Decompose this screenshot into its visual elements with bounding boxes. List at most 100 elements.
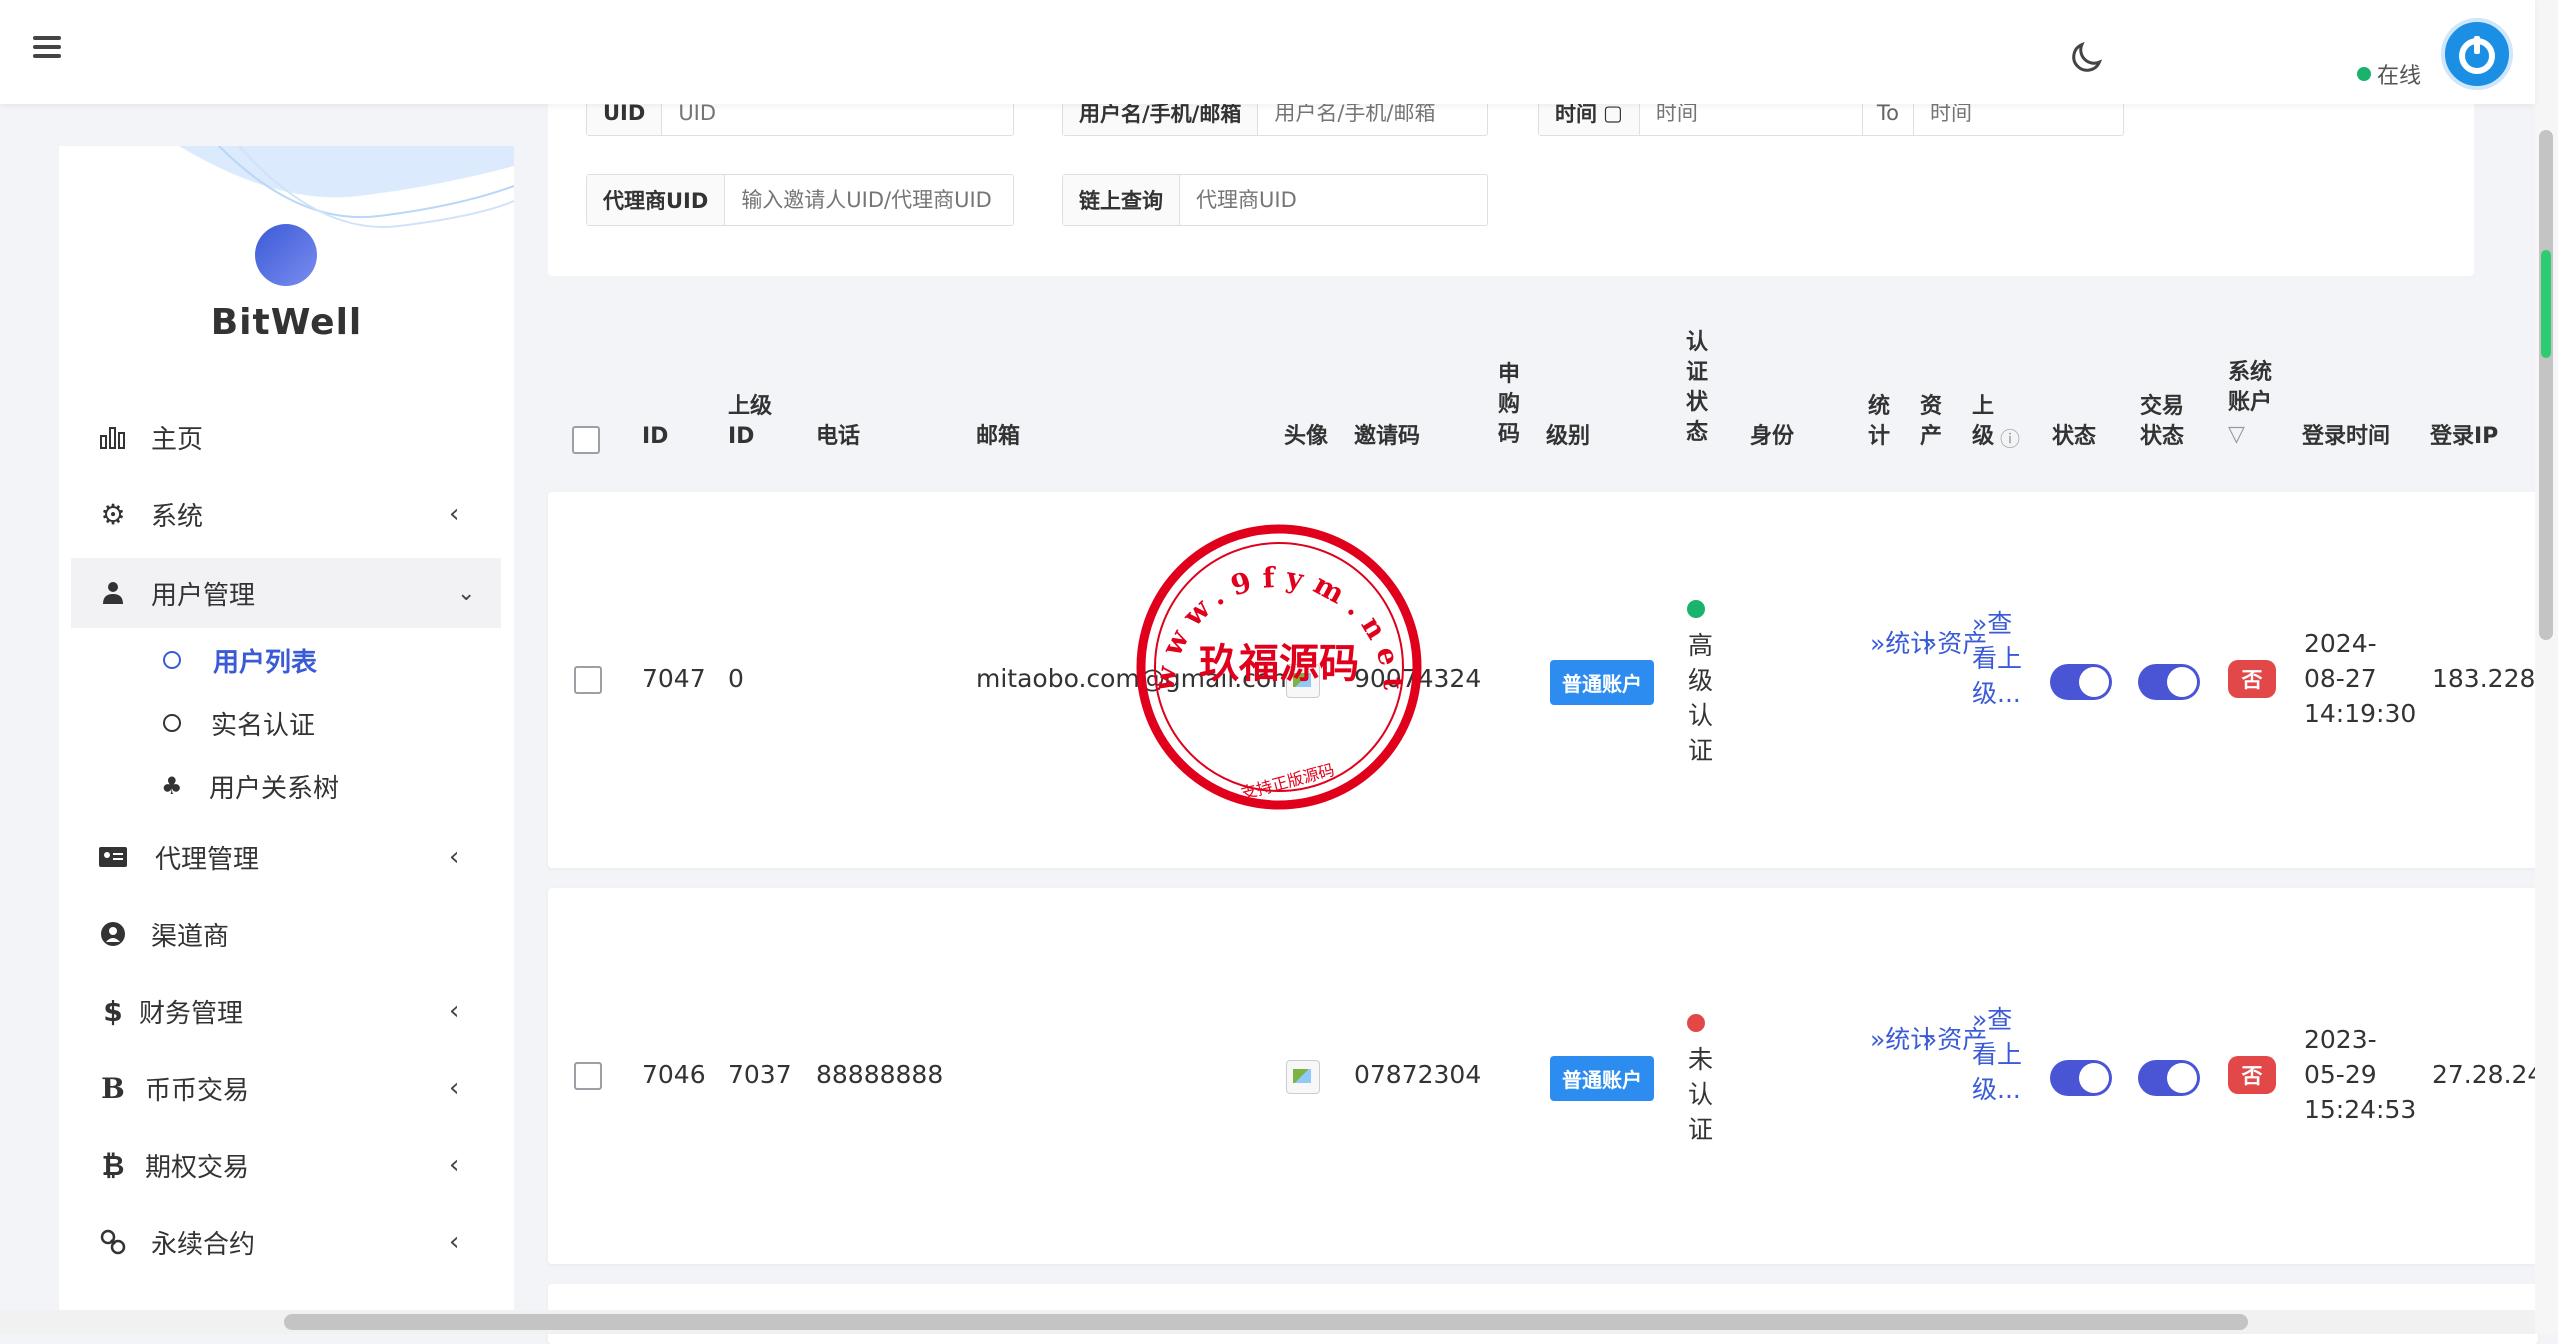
sidebar-item-home[interactable]: 主页: [59, 402, 514, 472]
sidebar-item-label: 代理管理: [155, 844, 260, 875]
top-bar: 在线: [0, 0, 2535, 104]
view-parent-link[interactable]: »查看上级...: [1972, 1002, 2026, 1107]
chevron-left-icon: ‹: [449, 1073, 460, 1103]
chevron-left-icon: ‹: [449, 996, 460, 1026]
sidebar-item-options-trading[interactable]: ₿ 期权交易 ‹: [59, 1130, 514, 1200]
link-icon: [97, 1226, 129, 1258]
user-circle-icon: [97, 918, 129, 950]
vertical-scrollbar[interactable]: [2535, 0, 2558, 1334]
trade-status-toggle[interactable]: [2138, 1060, 2200, 1096]
user-table: ID 上级ID 电话 邮箱 头像 邀请码 申购码 级别 认证状态 身份 统计 资…: [548, 300, 2538, 1344]
watermark-name: 玖福源码: [1199, 640, 1359, 687]
level-badge: 普通账户: [1550, 1056, 1654, 1101]
sidebar-item-finance[interactable]: $ 财务管理 ‹: [59, 976, 514, 1046]
th-level: 级别: [1546, 424, 1591, 449]
sidebar-subitem-user-tree[interactable]: ♣ 用户关系树: [59, 756, 514, 816]
agent-filter-label: 代理商UID: [587, 175, 726, 225]
bar-chart-icon: [97, 421, 129, 453]
row-checkbox[interactable]: [574, 1062, 602, 1090]
question-icon[interactable]: ⓘ: [2000, 424, 2020, 454]
sidebar-subitem-real-name-auth[interactable]: 实名认证: [59, 693, 514, 753]
cell-parent-id: 7037: [728, 1060, 792, 1089]
th-login-ip: 登录IP: [2430, 424, 2499, 449]
sidebar: BitWell 主页 ⚙ 系统 ‹ 用户管理 ⌄ 用户列表 实名认证 ♣ 用户关…: [59, 146, 514, 1334]
sidebar-subitem-label: 实名认证: [211, 710, 316, 741]
bitcoin-icon: ₿: [101, 1148, 125, 1182]
th-purchase-code: 申购码: [1498, 362, 1521, 447]
sidebar-item-label: 期权交易: [145, 1152, 250, 1183]
dollar-icon: $: [103, 994, 123, 1028]
th-parent: 上级: [1972, 394, 1995, 449]
sidebar-item-agent-management[interactable]: 代理管理 ‹: [59, 822, 514, 892]
chevron-left-icon: ‹: [449, 842, 460, 872]
cell-login-ip: 27.28.24: [2432, 1060, 2538, 1089]
id-card-icon: [97, 841, 129, 873]
filter-icon[interactable]: ▽: [2228, 420, 2245, 450]
sidebar-item-user-management[interactable]: 用户管理 ⌄: [71, 558, 501, 628]
sidebar-item-label: 用户管理: [151, 580, 256, 611]
avatar-image: [1286, 1060, 1320, 1094]
b-letter-icon: B: [101, 1071, 125, 1105]
horizontal-scroll-thumb[interactable]: [284, 1314, 2248, 1330]
status-toggle[interactable]: [2050, 1060, 2112, 1096]
view-parent-link[interactable]: »查看上级...: [1972, 606, 2026, 711]
th-id: ID: [642, 424, 669, 449]
table-row: 7046 7037 88888888 07872304 普通账户 未认证 »统计…: [548, 888, 2538, 1264]
auth-status-dot: [1687, 1014, 1705, 1032]
sidebar-item-perpetual[interactable]: 永续合约 ‹: [59, 1207, 514, 1277]
th-auth-status: 认证状态: [1686, 330, 1709, 445]
brand-name: BitWell: [210, 302, 363, 343]
th-system-account: 系统账户: [2228, 360, 2273, 415]
watermark-stamp: www.9fym.net 玖福源码 支持正版源码: [1136, 524, 1422, 810]
level-badge: 普通账户: [1550, 660, 1654, 705]
sidebar-subitem-user-list[interactable]: 用户列表: [59, 630, 514, 690]
th-parent-id: 上级ID: [728, 394, 773, 449]
cell-invite-code: 07872304: [1354, 1060, 1482, 1089]
row-checkbox[interactable]: [574, 666, 602, 694]
brand-logo-icon: [255, 224, 317, 286]
decorative-wave: [179, 146, 514, 228]
sidebar-item-spot-trading[interactable]: B 币币交易 ‹: [59, 1053, 514, 1123]
select-all-checkbox[interactable]: [572, 426, 600, 454]
sidebar-subitem-label: 用户列表: [213, 647, 318, 678]
dark-mode-icon[interactable]: [2066, 38, 2106, 78]
sidebar-item-label: 主页: [151, 424, 204, 455]
chain-input[interactable]: [1180, 175, 1487, 225]
cell-login-ip: 183.228.9: [2432, 664, 2538, 693]
trade-status-toggle[interactable]: [2138, 664, 2200, 700]
calendar-icon: ▢: [1603, 101, 1623, 125]
status-toggle[interactable]: [2050, 664, 2112, 700]
th-phone: 电话: [816, 424, 861, 449]
chevron-left-icon: ‹: [449, 1150, 460, 1180]
agent-filter: 代理商UID: [586, 174, 1026, 226]
online-status-label: 在线: [2377, 64, 2422, 89]
avatar[interactable]: [2441, 18, 2513, 90]
chevron-down-icon: ⌄: [457, 580, 476, 606]
cell-parent-id: 0: [728, 664, 744, 693]
vertical-scroll-thumb[interactable]: [2539, 130, 2553, 640]
agent-input[interactable]: [725, 175, 1026, 225]
chain-filter-label: 链上查询: [1063, 175, 1180, 225]
online-dot-icon: [2357, 67, 2371, 81]
cell-login-time: 2024-08-27 14:19:30: [2304, 629, 2417, 728]
tree-icon: ♣: [161, 772, 183, 800]
th-email: 邮箱: [976, 424, 1021, 449]
scroll-indicator: [2541, 250, 2551, 358]
horizontal-scrollbar[interactable]: [0, 1310, 2535, 1334]
th-assets: 资产: [1920, 394, 1943, 449]
online-status: 在线: [2357, 58, 2421, 90]
cell-auth-status: 未认证: [1688, 1045, 1714, 1144]
system-account-badge: 否: [2228, 1056, 2276, 1094]
th-trade-status: 交易状态: [2140, 394, 2185, 449]
sidebar-item-system[interactable]: ⚙ 系统 ‹: [59, 479, 514, 549]
menu-toggle-icon[interactable]: [33, 36, 61, 58]
sidebar-subitem-label: 用户关系树: [209, 773, 340, 804]
sidebar-item-label: 币币交易: [145, 1075, 250, 1106]
th-avatar: 头像: [1284, 424, 1329, 449]
circle-icon: [163, 714, 181, 732]
cell-id: 7047: [642, 664, 706, 693]
sidebar-item-channel[interactable]: 渠道商: [59, 899, 514, 969]
th-login-time: 登录时间: [2302, 424, 2391, 449]
cell-phone: 88888888: [816, 1060, 944, 1089]
chain-filter: 链上查询: [1062, 174, 1488, 226]
